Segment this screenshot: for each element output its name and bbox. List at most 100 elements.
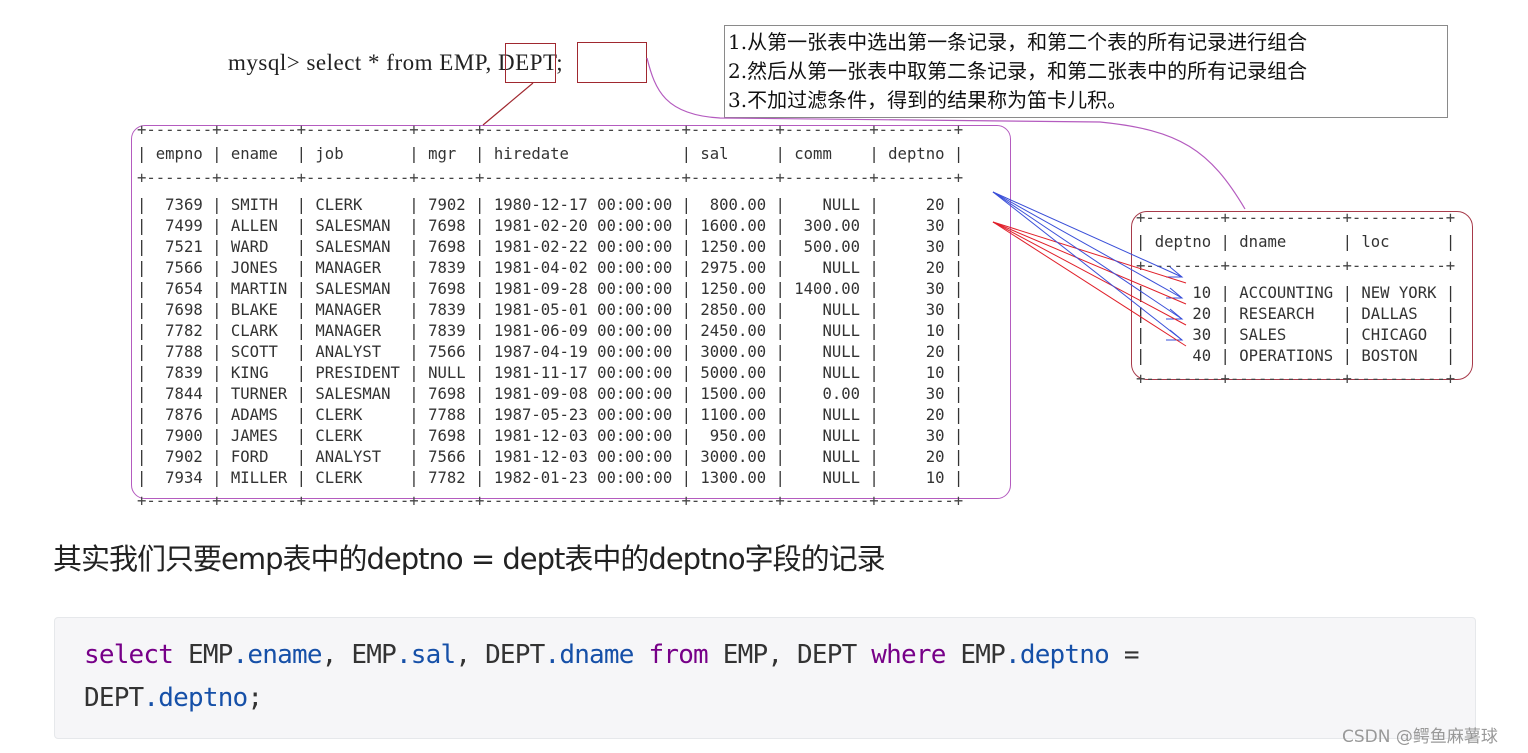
cell-mgr: 7566 bbox=[428, 448, 466, 466]
watermark: CSDN @鳄鱼麻薯球 bbox=[1342, 727, 1498, 747]
column-header-comm: comm bbox=[794, 145, 860, 163]
cell-ename: TURNER bbox=[230, 385, 288, 403]
cell-empno: 7934 bbox=[155, 469, 203, 487]
cell-comm: NULL bbox=[794, 259, 860, 277]
cell-deptno: 30 bbox=[888, 280, 945, 298]
table-name-emp: EMP bbox=[439, 50, 486, 75]
cell-loc: DALLAS bbox=[1361, 305, 1437, 323]
cell-ename: SCOTT bbox=[230, 343, 288, 361]
emp-row: | 7369 | SMITH | CLERK | 7902 | 1980-12-… bbox=[137, 196, 964, 214]
code-token: , EMP bbox=[321, 640, 397, 670]
cell-mgr: 7698 bbox=[428, 427, 466, 445]
code-token: EMP, DEPT bbox=[707, 640, 872, 670]
emp-header-row: | empno | ename | job | mgr | hiredate |… bbox=[137, 145, 964, 163]
cell-sal: 3000.00 bbox=[700, 343, 767, 361]
cell-ename: MARTIN bbox=[230, 280, 288, 298]
cell-dname: SALES bbox=[1239, 326, 1334, 344]
emp-result-table: +-------+--------+-----------+------+---… bbox=[137, 120, 963, 512]
dept-border-bottom: +--------+------------+----------+ bbox=[1136, 370, 1456, 388]
emp-row: | 7499 | ALLEN | SALESMAN | 7698 | 1981-… bbox=[137, 217, 964, 235]
cell-job: ANALYST bbox=[315, 448, 400, 466]
cell-deptno: 20 bbox=[888, 448, 945, 466]
cell-job: SALESMAN bbox=[315, 217, 400, 235]
cell-mgr: 7698 bbox=[428, 238, 466, 256]
cell-job: CLERK bbox=[315, 196, 400, 214]
cell-hiredate: 1981-12-03 00:00:00 bbox=[493, 427, 673, 445]
cartesian-notes-callout: 1.从第一张表中选出第一条记录，和第二个表的所有记录进行组合 2.然后从第一张表… bbox=[724, 25, 1448, 118]
cell-sal: 1250.00 bbox=[700, 238, 767, 256]
cell-mgr: 7839 bbox=[428, 322, 466, 340]
cell-deptno: 30 bbox=[888, 385, 945, 403]
cell-hiredate: 1981-06-09 00:00:00 bbox=[493, 322, 673, 340]
cell-comm: NULL bbox=[794, 406, 860, 424]
cell-sal: 3000.00 bbox=[700, 448, 767, 466]
emp-border-bottom: +-------+--------+-----------+------+---… bbox=[137, 492, 964, 510]
cell-empno: 7788 bbox=[155, 343, 203, 361]
dept-row: | 20 | RESEARCH | DALLAS | bbox=[1136, 305, 1456, 323]
cell-sal: 5000.00 bbox=[700, 364, 767, 382]
prompt-terminator: ; bbox=[556, 50, 564, 75]
explanation-text: 其实我们只要emp表中的deptno = dept表中的deptno字段的记录 bbox=[53, 542, 886, 576]
column-header-ename: ename bbox=[230, 145, 288, 163]
cell-job: CLERK bbox=[315, 427, 400, 445]
emp-row: | 7902 | FORD | ANALYST | 7566 | 1981-12… bbox=[137, 448, 964, 466]
cell-hiredate: 1987-04-19 00:00:00 bbox=[493, 343, 673, 361]
cell-sal: 950.00 bbox=[700, 427, 767, 445]
prompt-comma: , bbox=[485, 50, 499, 75]
cell-deptno: 30 bbox=[1154, 326, 1212, 344]
cell-job: CLERK bbox=[315, 469, 400, 487]
cell-hiredate: 1981-04-02 00:00:00 bbox=[493, 259, 673, 277]
cell-ename: KING bbox=[230, 364, 288, 382]
cell-job: SALESMAN bbox=[315, 238, 400, 256]
cell-sal: 1500.00 bbox=[700, 385, 767, 403]
cell-empno: 7839 bbox=[155, 364, 203, 382]
cell-mgr: 7788 bbox=[428, 406, 466, 424]
cell-sal: 2450.00 bbox=[700, 322, 767, 340]
cell-mgr: 7698 bbox=[428, 280, 466, 298]
cell-comm: 0.00 bbox=[794, 385, 860, 403]
note-line-1: 1.从第一张表中选出第一条记录，和第二个表的所有记录进行组合 bbox=[728, 30, 1308, 54]
cell-empno: 7900 bbox=[155, 427, 203, 445]
cell-comm: NULL bbox=[794, 364, 860, 382]
code-token: ; bbox=[247, 683, 263, 713]
emp-border-header: +-------+--------+-----------+------+---… bbox=[137, 169, 964, 187]
cell-empno: 7654 bbox=[155, 280, 203, 298]
column-header-hiredate: hiredate bbox=[493, 145, 673, 163]
prompt-prefix: mysql> select * from bbox=[228, 50, 440, 75]
cell-sal: 1300.00 bbox=[700, 469, 767, 487]
cell-mgr: 7566 bbox=[428, 343, 466, 361]
cell-hiredate: 1980-12-17 00:00:00 bbox=[493, 196, 673, 214]
cell-comm: NULL bbox=[794, 301, 860, 319]
cell-empno: 7499 bbox=[155, 217, 203, 235]
emp-highlight-box bbox=[505, 43, 556, 83]
cell-ename: JONES bbox=[230, 259, 288, 277]
code-keyword: select bbox=[84, 640, 174, 670]
cell-sal: 2850.00 bbox=[700, 301, 767, 319]
cell-comm: NULL bbox=[794, 469, 860, 487]
code-line-2: DEPT.deptno; bbox=[84, 683, 263, 713]
column-header-deptno: deptno bbox=[888, 145, 945, 163]
cell-deptno: 20 bbox=[888, 259, 945, 277]
cell-loc: BOSTON bbox=[1361, 347, 1437, 365]
cell-hiredate: 1981-05-01 00:00:00 bbox=[493, 301, 673, 319]
cell-sal: 1250.00 bbox=[700, 280, 767, 298]
column-header-empno: empno bbox=[155, 145, 203, 163]
cell-deptno: 20 bbox=[888, 343, 945, 361]
code-property: .sal bbox=[395, 640, 456, 670]
cell-job: MANAGER bbox=[315, 259, 400, 277]
cell-job: CLERK bbox=[315, 406, 400, 424]
cell-ename: MILLER bbox=[230, 469, 288, 487]
code-token: DEPT bbox=[84, 683, 144, 713]
cell-sal: 1600.00 bbox=[700, 217, 767, 235]
cell-ename: BLAKE bbox=[230, 301, 288, 319]
cell-deptno: 10 bbox=[1154, 284, 1212, 302]
code-block bbox=[54, 617, 1476, 739]
cell-empno: 7876 bbox=[155, 406, 203, 424]
cell-sal: 1100.00 bbox=[700, 406, 767, 424]
cell-job: ANALYST bbox=[315, 343, 400, 361]
cell-comm: NULL bbox=[794, 448, 860, 466]
cell-ename: FORD bbox=[230, 448, 288, 466]
cell-deptno: 10 bbox=[888, 469, 945, 487]
cell-mgr: 7698 bbox=[428, 217, 466, 235]
